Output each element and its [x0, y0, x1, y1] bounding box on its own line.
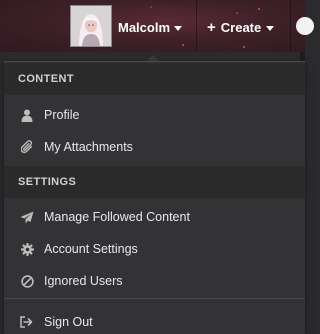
create-menu-button[interactable]: + Create — [207, 17, 275, 37]
user-icon — [18, 109, 36, 122]
caret-down-icon — [266, 25, 275, 31]
menu-item-label: Sign Out — [44, 315, 93, 329]
create-label: Create — [220, 19, 262, 35]
menu-item-manage-followed-content[interactable]: Manage Followed Content — [4, 201, 305, 233]
caret-down-icon — [174, 25, 183, 31]
nav-divider — [290, 0, 291, 52]
menu-item-label: Account Settings — [44, 242, 138, 256]
menu-item-sign-out[interactable]: Sign Out — [4, 306, 305, 334]
paperclip-icon — [18, 140, 36, 154]
menu-item-account-settings[interactable]: Account Settings — [4, 233, 305, 265]
plus-icon: + — [207, 18, 216, 36]
menu-item-label: Manage Followed Content — [44, 210, 190, 224]
avatar-image — [71, 6, 111, 46]
menu-item-profile[interactable]: Profile — [4, 99, 305, 131]
menu-item-label: Profile — [44, 108, 80, 122]
user-menu-toggle[interactable]: Malcolm — [118, 17, 183, 37]
section-header-content: CONTENT — [4, 63, 305, 95]
user-dropdown-menu: CONTENT Profile My Attachments SETTINGS … — [4, 61, 305, 334]
sign-out-icon — [18, 316, 36, 328]
menu-item-label: Ignored Users — [44, 274, 123, 288]
menu-item-ignored-users[interactable]: Ignored Users — [4, 265, 305, 297]
menu-divider — [4, 298, 305, 299]
nav-divider — [196, 0, 197, 52]
paper-plane-icon — [18, 211, 36, 224]
section-header-settings: SETTINGS — [4, 166, 305, 198]
menu-item-label: My Attachments — [44, 140, 133, 154]
top-navigation-bar: Malcolm + Create — [0, 0, 314, 52]
menu-item-my-attachments[interactable]: My Attachments — [4, 131, 305, 163]
user-avatar[interactable] — [70, 5, 112, 47]
notifications-icon[interactable] — [296, 17, 314, 35]
ban-icon — [18, 274, 36, 288]
gear-icon — [18, 242, 36, 256]
user-name: Malcolm — [118, 19, 171, 35]
